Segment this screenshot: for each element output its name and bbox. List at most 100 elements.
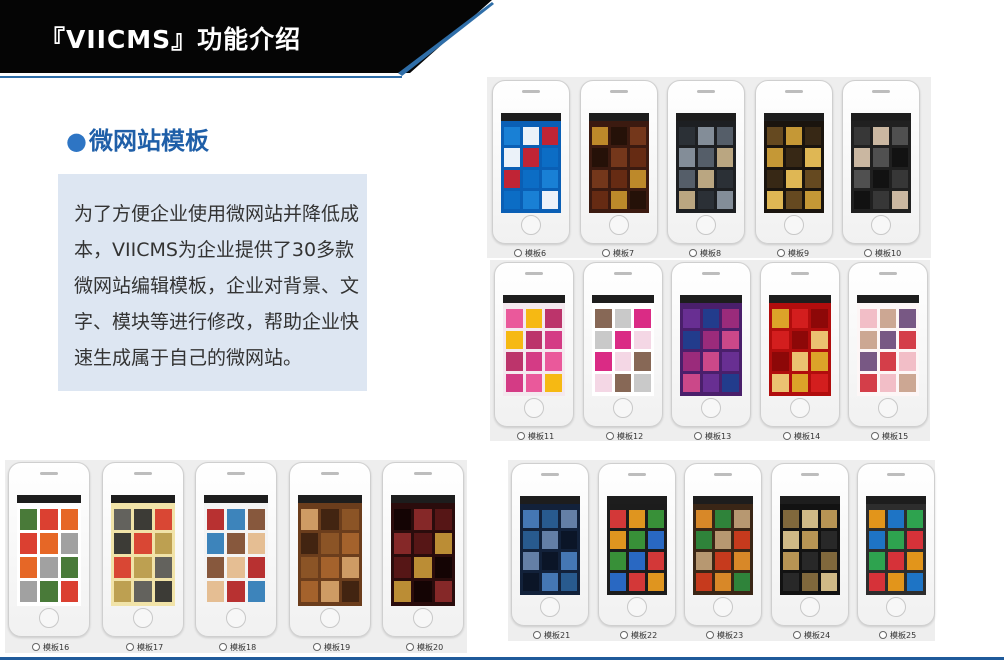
template-radio-option[interactable]: 模板19	[313, 642, 350, 653]
template-phone[interactable]	[102, 462, 184, 637]
template-phone[interactable]	[511, 463, 589, 626]
radio-icon[interactable]	[689, 249, 697, 257]
screen-status-bar	[851, 113, 911, 121]
template-label: 模板7	[613, 249, 635, 258]
template-phone[interactable]	[494, 262, 574, 427]
template-radio-option[interactable]: 模板24	[793, 630, 830, 641]
template-radio-option[interactable]: 模板7	[602, 248, 634, 259]
template-radio-option[interactable]: 模板22	[620, 630, 657, 641]
preview-tile	[772, 352, 789, 371]
preview-tile	[791, 373, 809, 392]
template-radio-option[interactable]: 模板9	[777, 248, 809, 259]
radio-icon[interactable]	[533, 631, 541, 639]
template-phone[interactable]	[848, 262, 928, 427]
radio-icon[interactable]	[694, 432, 702, 440]
radio-icon[interactable]	[777, 249, 785, 257]
preview-tile	[341, 533, 359, 554]
preview-tile	[715, 510, 731, 528]
preview-tile	[523, 190, 539, 209]
preview-tile	[772, 309, 789, 328]
radio-icon[interactable]	[514, 249, 522, 257]
preview-tile	[860, 309, 877, 328]
template-radio-option[interactable]: 模板23	[706, 630, 743, 641]
template-preview-screen	[866, 496, 926, 595]
radio-icon[interactable]	[793, 631, 801, 639]
template-radio-option[interactable]: 模板13	[694, 431, 731, 442]
phone-speaker	[887, 473, 905, 476]
preview-tile	[114, 557, 132, 578]
preview-tile	[715, 552, 731, 570]
preview-tile	[341, 509, 359, 530]
template-radio-option[interactable]: 模板15	[871, 431, 908, 442]
screen-status-bar	[204, 495, 268, 503]
radio-icon[interactable]	[602, 249, 610, 257]
preview-tile	[40, 581, 58, 602]
template-phone[interactable]	[492, 80, 570, 244]
template-phone[interactable]	[195, 462, 277, 637]
preview-tile	[805, 148, 821, 167]
preview-tile	[772, 330, 789, 349]
preview-tile	[786, 190, 802, 209]
template-phone[interactable]	[771, 463, 849, 626]
template-preview-screen	[780, 496, 840, 595]
radio-icon[interactable]	[517, 432, 525, 440]
template-label: 模板13	[705, 432, 732, 441]
template-radio-option[interactable]: 模板14	[783, 431, 820, 442]
template-preview-screen	[693, 496, 753, 595]
template-phone[interactable]	[583, 262, 663, 427]
radio-icon[interactable]	[879, 631, 887, 639]
radio-icon[interactable]	[706, 631, 714, 639]
template-phone[interactable]	[857, 463, 935, 626]
template-phone[interactable]	[8, 462, 90, 637]
radio-icon[interactable]	[219, 643, 227, 651]
template-radio-option[interactable]: 模板6	[514, 248, 546, 259]
radio-icon[interactable]	[32, 643, 40, 651]
screen-status-bar	[607, 496, 667, 504]
radio-icon[interactable]	[126, 643, 134, 651]
template-phone[interactable]	[684, 463, 762, 626]
template-phone[interactable]	[842, 80, 920, 244]
template-radio-option[interactable]: 模板20	[406, 642, 443, 653]
template-radio-option[interactable]: 模板25	[879, 630, 916, 641]
phone-home-button	[320, 608, 340, 628]
preview-tile	[879, 352, 897, 371]
preview-tile	[888, 510, 904, 528]
preview-tile	[648, 510, 664, 528]
preview-tile	[734, 552, 750, 570]
radio-icon[interactable]	[864, 249, 872, 257]
radio-icon[interactable]	[606, 432, 614, 440]
template-preview-screen	[520, 496, 580, 595]
radio-icon[interactable]	[783, 432, 791, 440]
template-phone[interactable]	[382, 462, 464, 637]
template-radio-option[interactable]: 模板12	[606, 431, 643, 442]
template-radio-option[interactable]: 模板11	[517, 431, 554, 442]
template-phone[interactable]	[760, 262, 840, 427]
template-phone[interactable]	[598, 463, 676, 626]
screen-status-bar	[866, 496, 926, 504]
template-phone[interactable]	[289, 462, 371, 637]
template-radio-option[interactable]: 模板17	[126, 642, 163, 653]
template-preview-screen	[607, 496, 667, 595]
template-phone[interactable]	[580, 80, 658, 244]
template-phone[interactable]	[667, 80, 745, 244]
template-phone[interactable]	[755, 80, 833, 244]
radio-icon[interactable]	[620, 631, 628, 639]
preview-tile	[114, 509, 132, 530]
template-radio-option[interactable]: 模板16	[32, 642, 69, 653]
template-radio-option[interactable]: 模板10	[864, 248, 901, 259]
preview-tile	[134, 581, 152, 602]
radio-icon[interactable]	[406, 643, 414, 651]
template-radio-option[interactable]: 模板8	[689, 248, 721, 259]
template-label: 模板17	[137, 643, 164, 652]
radio-icon[interactable]	[871, 432, 879, 440]
template-radio-option[interactable]: 模板18	[219, 642, 256, 653]
radio-icon[interactable]	[313, 643, 321, 651]
preview-tile	[321, 581, 339, 602]
phone-speaker	[879, 272, 897, 275]
preview-tile	[301, 557, 319, 578]
template-phone[interactable]	[671, 262, 751, 427]
template-radio-option[interactable]: 模板21	[533, 630, 570, 641]
preview-tile	[783, 510, 799, 528]
template-preview-screen	[503, 295, 565, 396]
preview-tile	[60, 581, 78, 602]
